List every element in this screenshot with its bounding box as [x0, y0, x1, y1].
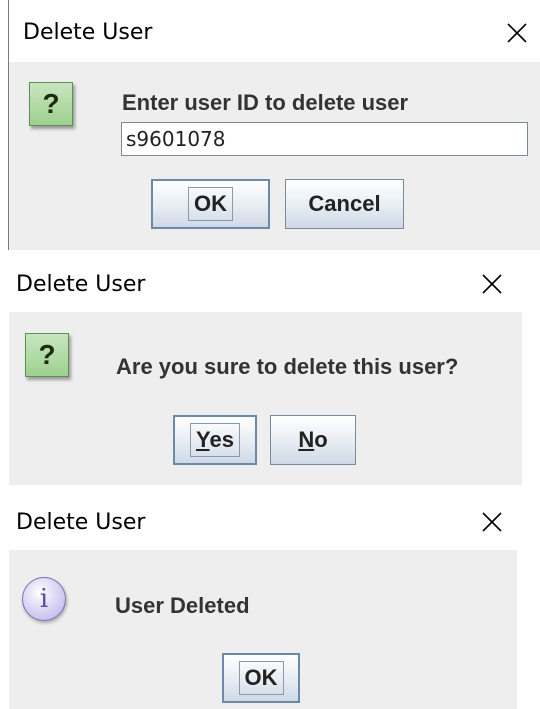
question-icon: ?: [29, 82, 73, 126]
prompt-message: Enter user ID to delete user: [122, 90, 409, 115]
mnemonic-letter: N: [298, 427, 315, 452]
dialog-title: Delete User: [16, 272, 146, 297]
close-icon[interactable]: [505, 21, 529, 45]
question-icon: ?: [25, 333, 69, 377]
result-message: User Deleted: [115, 593, 250, 618]
ok-button[interactable]: OK: [222, 653, 300, 703]
dialog-title: Delete User: [23, 20, 153, 45]
mnemonic-letter: Y: [196, 427, 210, 452]
dialog-body: i User Deleted OK: [9, 550, 517, 709]
dialog-body: ? Are you sure to delete this user? Yes …: [9, 312, 522, 485]
cancel-button[interactable]: Cancel: [285, 179, 404, 229]
user-id-input[interactable]: [121, 122, 528, 156]
no-button[interactable]: No: [270, 415, 356, 465]
title-bar: Delete User: [9, 0, 540, 62]
yes-button[interactable]: Yes: [173, 415, 257, 465]
dialog-body: ? Enter user ID to delete user OK Cancel: [9, 62, 540, 250]
dialog-title: Delete User: [16, 510, 146, 535]
title-bar: Delete User: [0, 496, 540, 550]
ok-button[interactable]: OK: [151, 179, 270, 229]
close-icon[interactable]: [480, 272, 504, 296]
close-icon[interactable]: [480, 510, 504, 534]
information-icon: i: [22, 577, 66, 621]
title-bar: Delete User: [0, 258, 540, 312]
confirm-message: Are you sure to delete this user?: [116, 354, 459, 379]
